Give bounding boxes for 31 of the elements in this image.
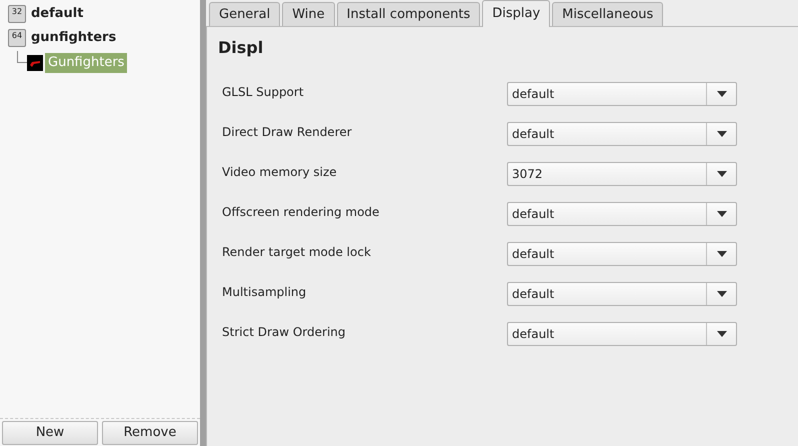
caret-icon [716, 171, 726, 177]
tree-item[interactable]: gunfighters [30, 28, 118, 48]
setting-label: Direct Draw Renderer [222, 124, 353, 141]
dropdown[interactable]: 3072 [507, 162, 737, 186]
setting-label: Multisampling [222, 284, 308, 301]
setting-label: Video memory size [222, 164, 338, 181]
caret-icon [716, 331, 726, 337]
section-heading: Displ [218, 37, 264, 59]
tab[interactable]: Install components [336, 2, 480, 26]
caret-icon [716, 291, 726, 297]
dropdown[interactable]: default [507, 82, 737, 106]
setting-label: Render target mode lock [222, 244, 372, 261]
dropdown[interactable]: default [507, 242, 737, 266]
dropdown[interactable]: default [507, 122, 737, 146]
dropdown[interactable]: default [507, 322, 737, 346]
tab[interactable]: Miscellaneous [552, 2, 664, 26]
caret-icon [716, 91, 726, 97]
dropdown[interactable]: default [507, 202, 737, 226]
new-button[interactable]: New [2, 421, 98, 445]
tab[interactable]: General [209, 2, 280, 26]
setting-label: GLSL Support [222, 84, 305, 101]
caret-icon [716, 251, 726, 257]
dropdown[interactable]: default [507, 282, 737, 306]
tab[interactable]: Display [482, 0, 550, 27]
setting-label: Offscreen rendering mode [222, 204, 380, 221]
setting-label: Strict Draw Ordering [222, 324, 347, 341]
tab[interactable]: Wine [282, 2, 335, 26]
remove-button[interactable]: Remove [102, 421, 198, 445]
caret-icon [716, 211, 726, 217]
caret-icon [716, 131, 726, 137]
tree-item[interactable]: default [30, 4, 84, 24]
